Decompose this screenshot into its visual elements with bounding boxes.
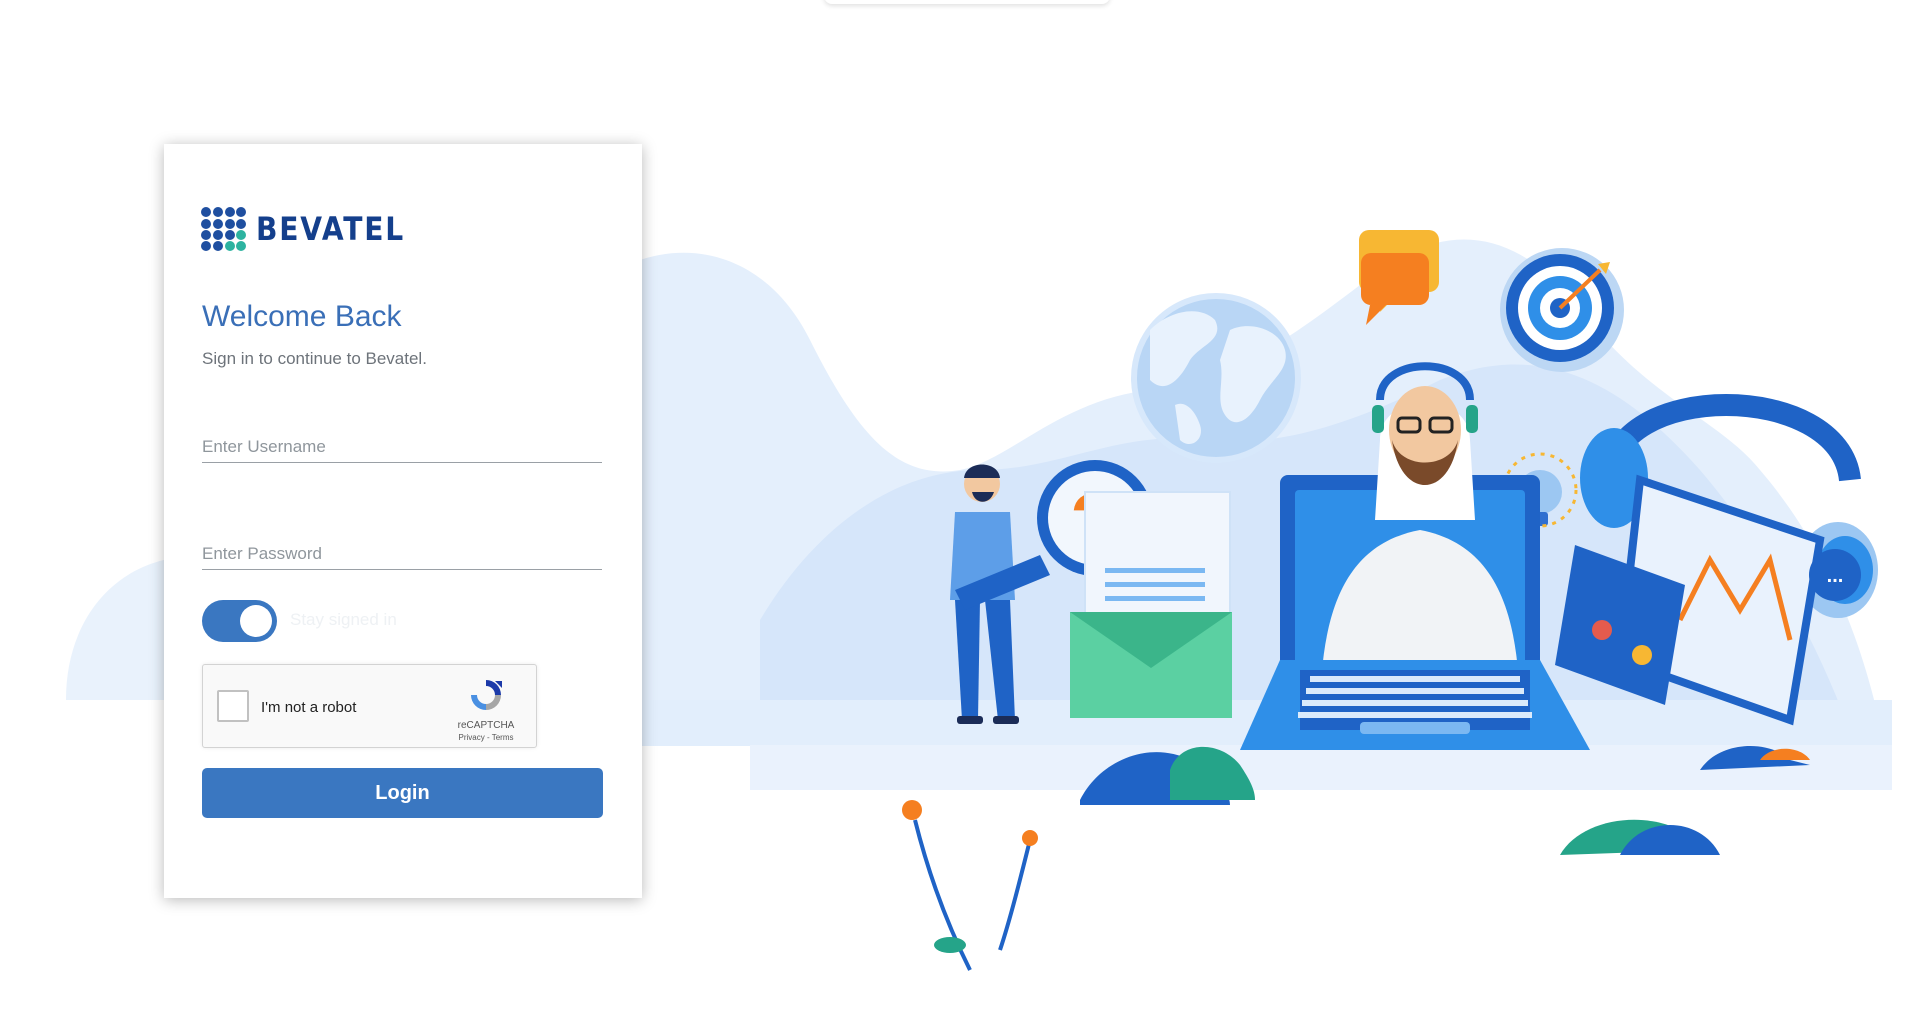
username-input[interactable] bbox=[202, 432, 602, 463]
recaptcha-checkbox[interactable] bbox=[217, 690, 249, 722]
toggle-knob bbox=[240, 605, 272, 637]
target-icon bbox=[1500, 248, 1624, 372]
recaptcha-logo-icon bbox=[471, 680, 502, 710]
globe-icon bbox=[1131, 293, 1301, 463]
bevatel-logo: BEVATEL bbox=[200, 206, 425, 252]
svg-text:...: ... bbox=[1827, 565, 1844, 587]
laptop-icon bbox=[1240, 660, 1590, 750]
page-subtitle: Sign in to continue to Bevatel. bbox=[202, 349, 427, 368]
login-card: BEVATEL Welcome Back Sign in to continue… bbox=[164, 144, 642, 898]
stay-signed-in-label: Stay signed in bbox=[290, 610, 397, 629]
page-title: Welcome Back bbox=[202, 300, 402, 333]
recaptcha-badge: reCAPTCHA Privacy - Terms bbox=[446, 677, 526, 742]
login-button[interactable]: Login bbox=[202, 768, 603, 818]
logo-wordmark: BEVATEL bbox=[256, 210, 405, 248]
stay-signed-in-toggle[interactable] bbox=[202, 600, 277, 642]
recaptcha-links[interactable]: Privacy - Terms bbox=[446, 733, 526, 742]
recaptcha-widget: I'm not a robot reCAPTCHA Privacy - Term… bbox=[202, 664, 537, 748]
recaptcha-brand: reCAPTCHA bbox=[457, 720, 515, 731]
envelope-icon bbox=[1070, 491, 1232, 718]
recaptcha-label: I'm not a robot bbox=[261, 699, 357, 716]
chat-badge-icon: ... bbox=[1809, 549, 1861, 601]
password-input[interactable] bbox=[202, 539, 602, 570]
bevatel-logo-mark-icon bbox=[201, 207, 246, 251]
